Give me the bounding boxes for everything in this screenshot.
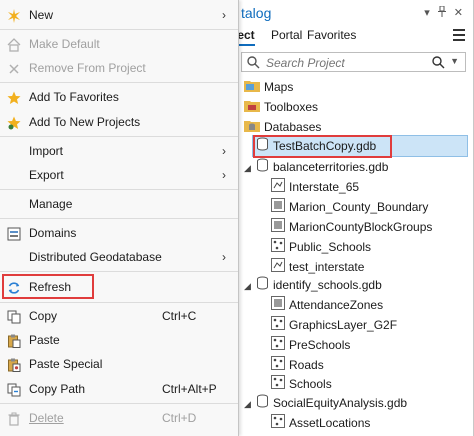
domains-icon: [7, 226, 21, 241]
copy-icon: [7, 309, 21, 324]
menu-separator: [0, 29, 238, 30]
geodatabase-icon: [256, 137, 269, 157]
tab-portal[interactable]: Portal: [271, 28, 302, 42]
pane-controls: ▾ ✕: [424, 5, 463, 20]
paste-icon: [7, 333, 21, 348]
tree-item-toolboxes[interactable]: Toolboxes: [244, 97, 318, 117]
chevron-right-icon: ›: [222, 8, 226, 22]
point-feature-class-icon: [271, 413, 285, 434]
pin-icon[interactable]: [437, 5, 447, 20]
chevron-down-icon[interactable]: ◢: [244, 394, 256, 414]
tree-item-gdb[interactable]: ◢ identify_schools.gdb: [244, 275, 382, 295]
menu-item-import[interactable]: Import ›: [0, 140, 238, 162]
polygon-feature-class-icon: [271, 295, 285, 316]
geodatabase-icon: [256, 394, 269, 414]
menu-item-make-default[interactable]: Make Default: [0, 33, 238, 55]
tree-item-feature-class[interactable]: Public_Schools: [271, 237, 371, 257]
tree-item-feature-class[interactable]: test_interstate: [271, 257, 364, 277]
menu-item-delete[interactable]: Delete Ctrl+D: [0, 407, 238, 429]
tree-item-feature-class[interactable]: PreSchools: [271, 335, 350, 355]
tree-item-feature-class[interactable]: Interstate_65: [271, 177, 359, 197]
chevron-right-icon: ›: [222, 144, 226, 158]
tree-item-gdb[interactable]: ◢ balanceterritories.gdb: [244, 157, 388, 177]
refresh-icon: [7, 280, 21, 294]
folder-icon: [244, 98, 260, 118]
context-menu: New › Make Default Remove From Project A…: [0, 0, 239, 436]
menu-separator: [0, 82, 238, 83]
paste-special-icon: [7, 357, 21, 372]
close-icon[interactable]: ✕: [454, 6, 463, 20]
chevron-right-icon: ›: [222, 168, 226, 182]
polygon-feature-class-icon: [271, 217, 285, 238]
menu-item-manage[interactable]: Manage: [0, 193, 238, 215]
search-box[interactable]: ▼: [241, 52, 466, 72]
menu-item-paste[interactable]: Paste: [0, 329, 238, 351]
menu-item-domains[interactable]: Domains: [0, 222, 238, 244]
pane-options-icon[interactable]: ▾: [424, 6, 430, 20]
menu-item-copy[interactable]: Copy Ctrl+C: [0, 305, 238, 327]
search-input[interactable]: [264, 55, 428, 71]
tree-item-feature-class[interactable]: MarionCountyBlockGroups: [271, 217, 432, 237]
chevron-down-icon[interactable]: ◢: [244, 276, 256, 296]
catalog-title: talog: [241, 5, 272, 21]
remove-icon: [7, 61, 21, 75]
chevron-right-icon: ›: [222, 250, 226, 264]
chevron-down-icon[interactable]: ▼: [450, 56, 459, 66]
menu-item-paste-special[interactable]: Paste Special: [0, 353, 238, 375]
folder-icon: [244, 78, 260, 98]
tree-item-feature-class[interactable]: Marion_County_Boundary: [271, 197, 428, 217]
star-icon: [7, 90, 21, 104]
tree-item-feature-class[interactable]: Schools: [271, 374, 332, 394]
tree-item-feature-class[interactable]: Roads: [271, 355, 324, 375]
home-icon: [7, 37, 21, 52]
menu-separator: [0, 218, 238, 219]
tree-item-selected-gdb[interactable]: TestBatchCopy.gdb: [252, 135, 468, 157]
geodatabase-icon: [256, 158, 269, 178]
tree-item-databases[interactable]: Databases: [244, 117, 321, 137]
menu-separator: [0, 271, 238, 272]
new-star-icon: [7, 8, 21, 23]
point-feature-class-icon: [271, 315, 285, 336]
search-icon[interactable]: [431, 55, 445, 72]
menu-item-copy-path[interactable]: Copy Path Ctrl+Alt+P: [0, 378, 238, 400]
menu-item-distributed-geodatabase[interactable]: Distributed Geodatabase ›: [0, 246, 238, 268]
menu-separator: [0, 189, 238, 190]
menu-item-new[interactable]: New ›: [0, 4, 238, 26]
tree-item-feature-class[interactable]: AssetLocations: [271, 413, 370, 433]
point-feature-class-icon: [271, 335, 285, 356]
menu-separator: [0, 302, 238, 303]
menu-item-remove-from-project[interactable]: Remove From Project: [0, 57, 238, 79]
tree-item-feature-class[interactable]: GraphicsLayer_G2F: [271, 315, 397, 335]
delete-icon: [7, 411, 21, 426]
search-scope-icon: [246, 55, 260, 72]
menu-item-export[interactable]: Export ›: [0, 164, 238, 186]
menu-item-add-to-new-projects[interactable]: Add To New Projects: [0, 111, 238, 133]
copy-path-icon: [7, 382, 21, 397]
point-feature-class-icon: [271, 237, 285, 258]
tree-item-feature-class[interactable]: AttendanceZones: [271, 295, 383, 315]
tab-favorites[interactable]: Favorites: [307, 28, 356, 42]
menu-item-refresh[interactable]: Refresh: [0, 276, 238, 298]
line-feature-class-icon: [271, 177, 285, 198]
folder-icon: [244, 118, 260, 138]
tree-item-maps[interactable]: Maps: [244, 77, 293, 97]
point-feature-class-icon: [271, 374, 285, 395]
tree-item-gdb[interactable]: ◢ SocialEquityAnalysis.gdb: [244, 393, 407, 413]
polygon-feature-class-icon: [271, 197, 285, 218]
geodatabase-icon: [256, 276, 269, 296]
point-feature-class-icon: [271, 355, 285, 376]
chevron-down-icon[interactable]: ◢: [244, 158, 256, 178]
menu-separator: [0, 136, 238, 137]
menu-item-add-to-favorites[interactable]: Add To Favorites: [0, 86, 238, 108]
menu-icon[interactable]: [453, 29, 465, 44]
menu-separator: [0, 403, 238, 404]
star-add-icon: [7, 115, 21, 130]
